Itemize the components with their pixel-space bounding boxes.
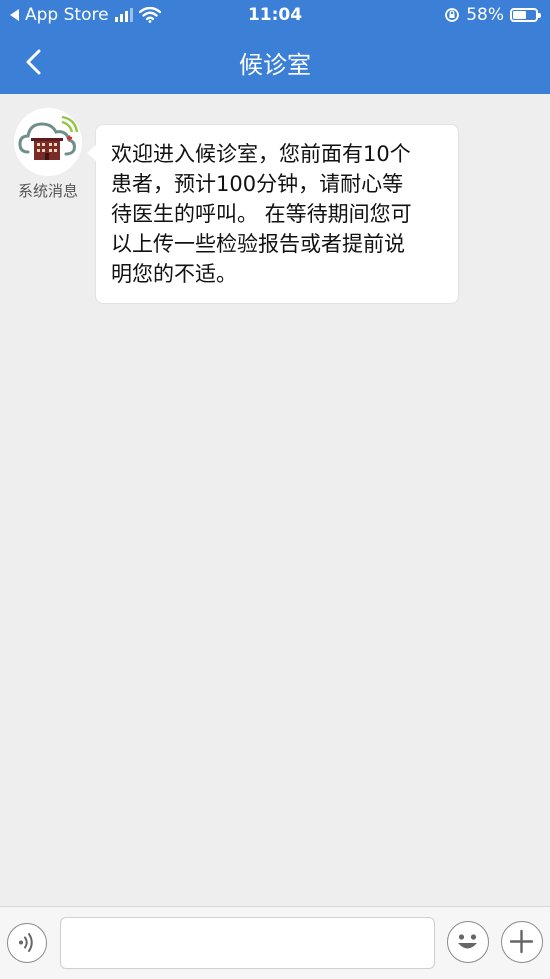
more-options-button[interactable]	[501, 921, 543, 963]
voice-icon	[19, 933, 33, 952]
message-bubble[interactable]: 欢迎进入候诊室，您前面有10个 患者，预计100分钟，请耐心等 待医生的呼叫。 …	[87, 124, 459, 304]
sender-name: 系统消息	[17, 182, 78, 200]
message-line: 患者，预计100分钟，请耐心等	[111, 172, 404, 196]
battery-icon	[510, 8, 541, 22]
voice-input-button[interactable]	[7, 923, 47, 963]
chat-input-bar	[0, 906, 550, 979]
page-title: 候诊室	[239, 51, 311, 79]
message-line: 明您的不适。	[111, 262, 237, 286]
orientation-lock-icon	[445, 8, 460, 22]
header-bar: App Store 11:04 58% 候诊室	[0, 0, 550, 94]
message-input[interactable]	[60, 917, 435, 969]
battery-percent: 58%	[466, 5, 504, 25]
status-right: 58%	[444, 5, 541, 25]
plus-icon	[509, 929, 534, 954]
emoji-button[interactable]	[447, 921, 489, 963]
message-line: 待医生的呼叫。 在等待期间您可	[111, 202, 412, 226]
hospital-cloud-icon	[18, 115, 79, 160]
navigation-bar: 候诊室	[0, 32, 550, 94]
system-avatar[interactable]	[14, 108, 82, 176]
emoji-icon	[458, 934, 477, 949]
message-line: 欢迎进入候诊室，您前面有10个	[111, 142, 411, 166]
status-bar: App Store 11:04 58%	[0, 0, 550, 32]
message-line: 以上传一些检验报告或者提前说	[111, 232, 405, 256]
